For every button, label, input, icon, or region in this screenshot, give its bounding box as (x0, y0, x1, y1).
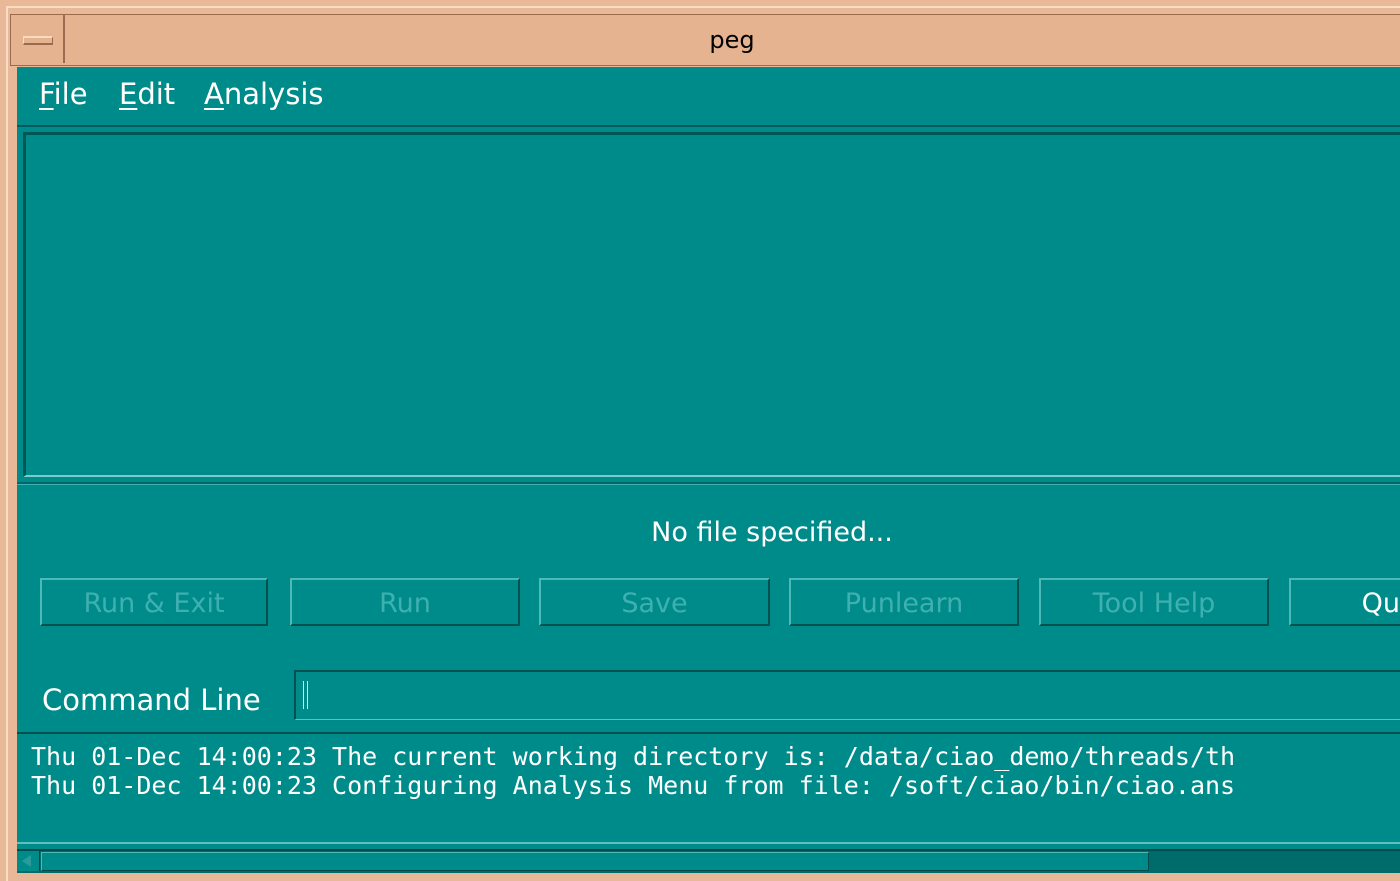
status-text: No file specified... (651, 517, 893, 548)
main-panel: File Edit Analysis No file specified... … (17, 67, 1400, 873)
scrollbar-thumb[interactable] (41, 852, 1149, 871)
parameter-display-area[interactable] (23, 132, 1400, 477)
tool-help-button[interactable]: Tool Help (1039, 578, 1269, 626)
menu-file[interactable]: File (39, 77, 88, 111)
command-line-label: Command Line (42, 683, 261, 717)
log-line: Thu 01-Dec 14:00:23 The current working … (31, 742, 1236, 771)
menu-bar: File Edit Analysis (17, 67, 1400, 127)
window-title: peg (709, 26, 755, 54)
window-menu-button[interactable] (11, 15, 65, 63)
divider (17, 482, 1400, 485)
quit-button[interactable]: Qu (1289, 578, 1400, 626)
horizontal-scrollbar[interactable] (17, 849, 1400, 873)
punlearn-button[interactable]: Punlearn (789, 578, 1019, 626)
title-bar[interactable]: peg (10, 14, 1400, 66)
scroll-left-icon[interactable] (17, 851, 40, 871)
menu-analysis[interactable]: Analysis (204, 77, 324, 111)
save-button[interactable]: Save (539, 578, 770, 626)
log-line: Thu 01-Dec 14:00:23 Configuring Analysis… (31, 771, 1236, 800)
menu-edit[interactable]: Edit (119, 77, 175, 111)
command-line-input[interactable] (294, 670, 1400, 720)
run-and-exit-button[interactable]: Run & Exit (40, 578, 268, 626)
log-area[interactable]: Thu 01-Dec 14:00:23 The current working … (17, 732, 1400, 844)
run-button[interactable]: Run (290, 578, 520, 626)
text-cursor-icon (303, 681, 308, 709)
window-menu-icon (23, 36, 53, 45)
